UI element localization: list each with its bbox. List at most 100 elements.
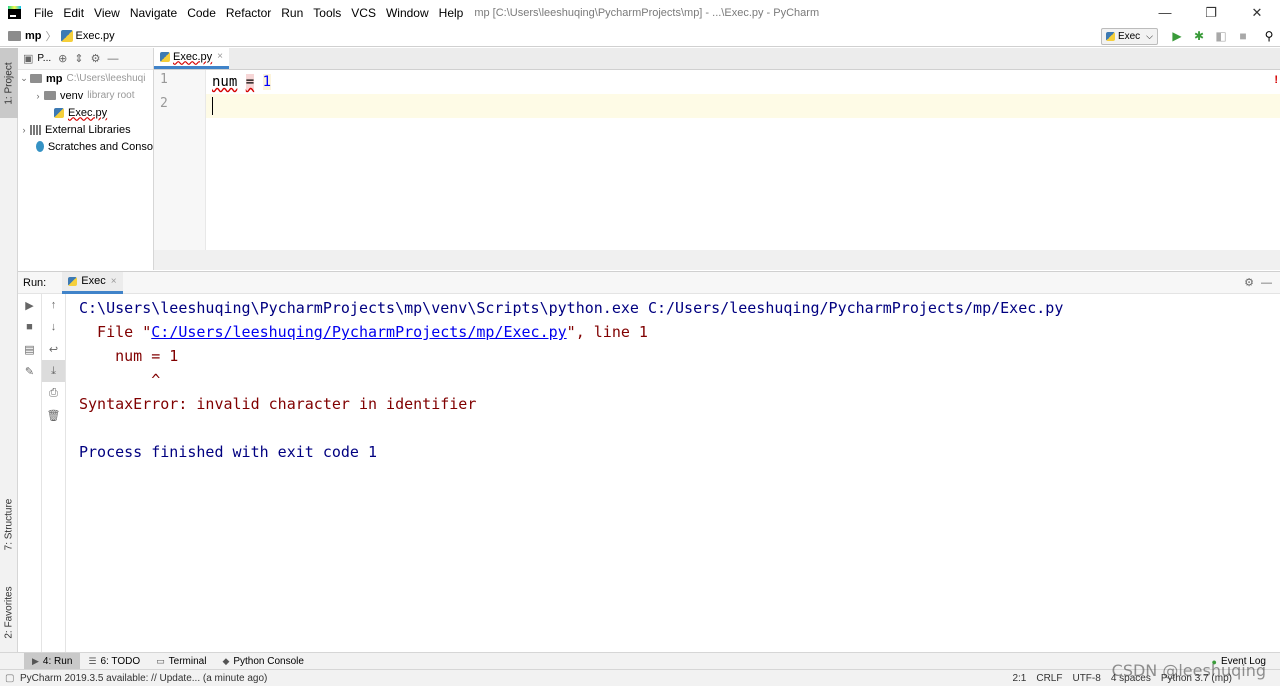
tree-item-venv[interactable]: › venv library root <box>18 87 153 104</box>
folder-icon <box>44 91 56 100</box>
soft-wrap-icon[interactable]: ↩ <box>42 338 65 360</box>
menu-edit[interactable]: Edit <box>58 6 89 20</box>
trash-icon[interactable]: 🗑 <box>42 404 65 426</box>
status-bar: ▢ PyCharm 2019.3.5 available: // Update.… <box>0 669 1280 686</box>
tree-item-exec[interactable]: Exec.py <box>18 104 153 121</box>
console-file-link[interactable]: C:/Users/leeshuqing/PycharmProjects/mp/E… <box>151 323 566 341</box>
menu-refactor[interactable]: Refactor <box>221 6 276 20</box>
terminal-icon: ▭ <box>156 655 165 666</box>
navigation-bar: mp 〉 Exec.py Exec ⌵ ▶ ✱ ◧ ■ ⚲ <box>0 25 1280 47</box>
print-icon[interactable]: ⎙ <box>42 382 65 404</box>
coverage-icon[interactable]: ◧ <box>1210 25 1232 47</box>
chevron-right-icon[interactable]: › <box>18 125 30 135</box>
tab-structure[interactable]: 7: Structure <box>0 488 18 560</box>
tab-project[interactable]: 1: Project <box>0 48 18 118</box>
project-panel-header: ▣ P... ⊕ ⇕ ⚙ — <box>18 48 153 70</box>
error-marker-icon[interactable]: ! <box>1274 74 1278 86</box>
status-caret-position[interactable]: 2:1 <box>1012 673 1026 684</box>
menu-help[interactable]: Help <box>434 6 469 20</box>
gear-icon[interactable]: ⚙ <box>91 52 101 65</box>
close-window-button[interactable]: ✕ <box>1234 0 1280 25</box>
tree-root-name: mp <box>46 72 63 85</box>
tree-item-mp[interactable]: ⌄ mp C:\Users\leeshuqi <box>18 70 153 87</box>
console-code-line: num = 1 <box>79 347 179 365</box>
python-file-icon <box>54 107 64 118</box>
code-line-2[interactable] <box>206 94 1280 118</box>
tab-run-label: 4: Run <box>42 655 73 667</box>
breadcrumb-project[interactable]: mp <box>25 30 42 42</box>
scroll-to-end-icon[interactable]: ⤓ <box>42 360 65 382</box>
status-line-separator[interactable]: CRLF <box>1036 673 1062 684</box>
collapse-icon[interactable]: ⇕ <box>74 52 83 65</box>
run-toolbar-primary: ▶ ■ ▤ ✎ <box>18 294 42 653</box>
chevron-right-icon[interactable]: › <box>32 91 44 101</box>
locate-icon[interactable]: ⊕ <box>58 52 67 65</box>
editor-bottom-strip <box>154 250 1280 270</box>
tree-external-libs-label: External Libraries <box>45 123 131 136</box>
hide-icon[interactable]: — <box>107 53 118 65</box>
tab-favorites[interactable]: 2: Favorites <box>0 576 18 648</box>
pin-icon[interactable]: ✎ <box>18 360 41 382</box>
menu-code[interactable]: Code <box>182 6 221 20</box>
layout-icon[interactable]: ▤ <box>18 338 41 360</box>
run-icon[interactable]: ▶ <box>1166 25 1188 47</box>
close-icon[interactable]: × <box>217 51 223 62</box>
arrow-down-icon[interactable]: ↓ <box>42 316 65 338</box>
menu-tools[interactable]: Tools <box>308 6 346 20</box>
arrow-up-icon[interactable]: ↑ <box>42 294 65 316</box>
rerun-icon[interactable]: ▶ <box>18 294 41 316</box>
tab-run[interactable]: ▶ 4: Run <box>24 652 81 670</box>
console-command-line: C:\Users\leeshuqing\PycharmProjects\mp\v… <box>79 299 1064 317</box>
menu-run[interactable]: Run <box>276 6 308 20</box>
hide-icon[interactable]: — <box>1261 277 1272 289</box>
minimize-button[interactable]: — <box>1142 0 1188 25</box>
close-icon[interactable]: × <box>111 276 117 287</box>
tab-python-console[interactable]: ◆ Python Console <box>214 653 312 670</box>
python-file-icon <box>160 51 170 62</box>
python-file-icon <box>60 29 73 42</box>
console-output[interactable]: C:\Users\leeshuqing\PycharmProjects\mp\v… <box>79 296 1280 652</box>
menu-navigate[interactable]: Navigate <box>125 6 182 20</box>
left-tool-stripe: 1: Project 7: Structure 2: Favorites <box>0 48 18 652</box>
pycharm-logo-icon <box>8 6 21 19</box>
window-controls: — ❐ ✕ <box>1142 0 1280 25</box>
code-token-error-operator: = <box>245 74 255 90</box>
run-tab-label: Exec <box>81 275 106 287</box>
menu-view[interactable]: View <box>89 6 125 20</box>
stop-icon[interactable]: ■ <box>1232 25 1254 47</box>
run-tab-exec[interactable]: Exec × <box>62 271 123 294</box>
line-number: 1 <box>160 72 168 87</box>
chevron-down-icon[interactable]: ⌄ <box>18 73 30 84</box>
python-console-icon: ◆ <box>222 655 230 666</box>
debug-icon[interactable]: ✱ <box>1188 25 1210 47</box>
code-line-1[interactable]: num = 1 <box>206 70 1280 94</box>
run-configuration-selector[interactable]: Exec ⌵ <box>1100 27 1158 45</box>
tab-terminal[interactable]: ▭ Terminal <box>148 653 214 670</box>
search-icon[interactable]: ⚲ <box>1258 25 1280 47</box>
run-config-label: Exec <box>1117 30 1141 42</box>
tree-item-scratches[interactable]: Scratches and Conso <box>18 138 153 155</box>
menu-window[interactable]: Window <box>381 6 434 20</box>
editor-tab-label: Exec.py <box>173 50 213 63</box>
maximize-button[interactable]: ❐ <box>1188 0 1234 25</box>
status-encoding[interactable]: UTF-8 <box>1072 673 1100 684</box>
window-title: mp [C:\Users\leeshuqing\PycharmProjects\… <box>474 6 820 19</box>
code-area[interactable]: num = 1 <box>206 70 1280 270</box>
text-caret <box>212 97 213 115</box>
python-file-icon <box>68 276 78 286</box>
breadcrumb-file[interactable]: Exec.py <box>76 30 115 42</box>
editor-tab-exec[interactable]: Exec.py × <box>154 47 229 69</box>
project-view-selector[interactable]: P... <box>37 53 51 64</box>
gear-icon[interactable]: ⚙ <box>1244 276 1254 289</box>
menu-file[interactable]: File <box>29 6 58 20</box>
status-layout-icon[interactable]: ▢ <box>5 673 14 684</box>
status-message[interactable]: PyCharm 2019.3.5 available: // Update...… <box>20 673 267 684</box>
tree-item-external-libraries[interactable]: › External Libraries <box>18 121 153 138</box>
tree-venv-label: venv <box>60 89 84 102</box>
tab-todo[interactable]: ☰ 6: TODO <box>80 653 148 670</box>
stop-icon[interactable]: ■ <box>18 316 41 338</box>
editor-tab-bar: Exec.py × <box>154 47 1280 70</box>
console-finish-line: Process finished with exit code 1 <box>79 443 378 461</box>
todo-icon: ☰ <box>88 655 97 666</box>
menu-vcs[interactable]: VCS <box>346 6 381 20</box>
